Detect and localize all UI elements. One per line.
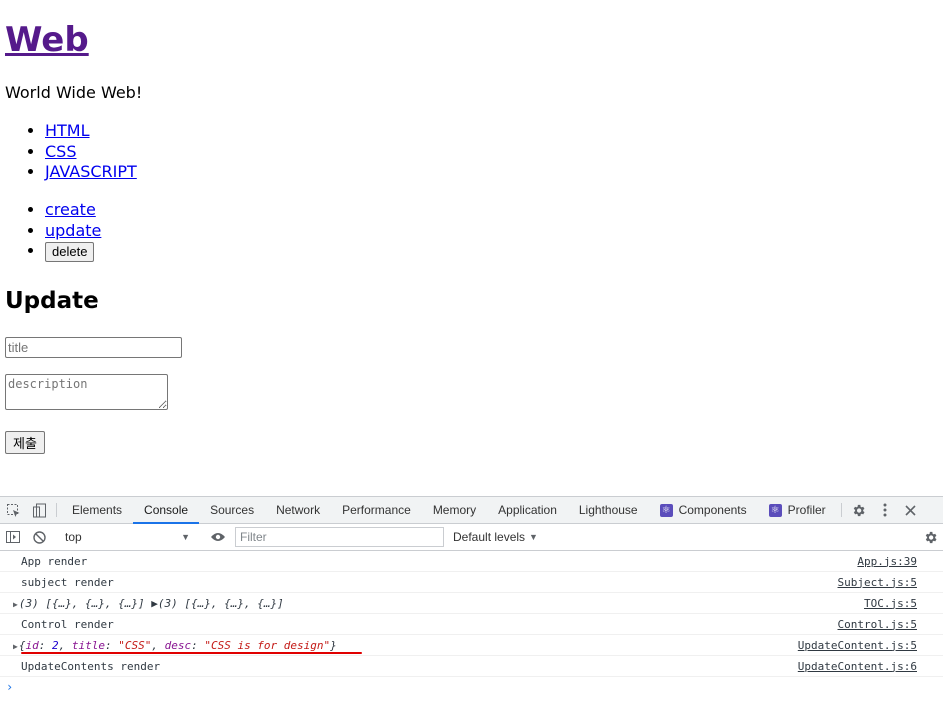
control-list: create update delete	[5, 200, 101, 263]
inspect-element-icon[interactable]	[0, 497, 26, 523]
form-title: Update	[5, 288, 99, 314]
expand-triangle-icon[interactable]: ▶	[13, 600, 18, 609]
more-options-icon[interactable]	[872, 497, 898, 523]
page-heading: Web	[5, 18, 89, 62]
source-link[interactable]: Control.js:5	[838, 618, 917, 631]
log-levels-dropdown[interactable]: Default levels ▼	[453, 530, 538, 544]
sidebar-toggle-icon[interactable]	[0, 531, 26, 543]
tab-lighthouse[interactable]: Lighthouse	[568, 497, 649, 523]
obj-value: 2	[51, 638, 59, 652]
toc-item: CSS	[45, 142, 137, 163]
source-link[interactable]: Subject.js:5	[838, 576, 917, 589]
obj-key: title	[71, 638, 105, 652]
console-row: ▶(3) [{…}, {…}, {…}] ▶(3) [{…}, {…}, {…}…	[0, 593, 943, 614]
devtools-panel: Elements Console Sources Network Perform…	[0, 496, 943, 702]
tab-network[interactable]: Network	[265, 497, 331, 523]
toc-item: JAVASCRIPT	[45, 162, 137, 183]
dropdown-arrow-icon: ▼	[529, 532, 538, 542]
control-item: update	[45, 221, 101, 242]
source-link[interactable]: TOC.js:5	[864, 597, 917, 610]
close-icon[interactable]	[898, 497, 924, 523]
filter-input[interactable]	[235, 527, 444, 547]
red-highlight-underline	[21, 652, 362, 654]
create-link[interactable]: create	[45, 200, 96, 219]
object-log-expandable[interactable]: ▶{id: 2, title: "CSS", desc: "CSS is for…	[13, 638, 798, 652]
delete-button[interactable]: delete	[45, 242, 95, 263]
tab-console[interactable]: Console	[133, 497, 200, 524]
control-item: delete	[45, 241, 101, 263]
tab-elements[interactable]: Elements	[61, 497, 133, 523]
tagline: World Wide Web!	[5, 83, 143, 102]
tab-profiler-label: Profiler	[787, 503, 826, 517]
tab-memory[interactable]: Memory	[422, 497, 487, 523]
console-message: App render	[21, 554, 88, 568]
console-row: Control render Control.js:5	[0, 614, 943, 635]
submit-button[interactable]: 제출	[5, 431, 45, 454]
source-link[interactable]: App.js:39	[857, 555, 917, 568]
console-row: subject render Subject.js:5	[0, 572, 943, 593]
tab-application[interactable]: Application	[487, 497, 568, 523]
console-messages: App render App.js:39 subject render Subj…	[0, 551, 943, 697]
update-link[interactable]: update	[45, 221, 101, 240]
console-row: App render App.js:39	[0, 551, 943, 572]
source-link[interactable]: UpdateContent.js:6	[798, 660, 917, 673]
clear-console-icon[interactable]	[26, 530, 52, 544]
devtools-tabbar: Elements Console Sources Network Perform…	[0, 497, 943, 524]
tab-profiler[interactable]: ⚛ Profiler	[758, 497, 837, 523]
prompt-chevron-icon: ›	[6, 680, 14, 694]
react-icon: ⚛	[659, 503, 673, 517]
heading-link[interactable]: Web	[5, 20, 89, 60]
title-input[interactable]	[5, 337, 182, 358]
tab-divider	[840, 503, 842, 517]
description-textarea[interactable]	[5, 374, 168, 410]
device-toolbar-icon[interactable]	[26, 497, 52, 523]
console-message: UpdateContents render	[21, 659, 161, 673]
eye-icon[interactable]	[205, 532, 231, 542]
toc-list: HTML CSS JAVASCRIPT	[5, 121, 137, 183]
expand-triangle-icon[interactable]: ▶	[13, 642, 18, 651]
page-viewport: Web World Wide Web! HTML CSS JAVASCRIPT …	[0, 0, 943, 496]
obj-value: "CSS is for design"	[204, 638, 331, 652]
console-row: ▶{id: 2, title: "CSS", desc: "CSS is for…	[0, 635, 943, 656]
source-link[interactable]: UpdateContent.js:5	[798, 639, 917, 652]
console-settings-gear-icon[interactable]	[917, 530, 943, 545]
console-message: subject render	[21, 575, 114, 589]
context-value: top	[65, 530, 82, 544]
control-item: create	[45, 200, 101, 221]
console-toolbar: top ▼ Default levels ▼	[0, 524, 943, 551]
toc-link-javascript[interactable]: JAVASCRIPT	[45, 162, 137, 181]
obj-key: id	[25, 638, 39, 652]
gear-icon[interactable]	[846, 497, 872, 523]
tab-components[interactable]: ⚛ Components	[649, 497, 758, 523]
tab-components-label: Components	[678, 503, 747, 517]
obj-key: desc	[164, 638, 192, 652]
array-log-expandable[interactable]: ▶(3) [{…}, {…}, {…}] ▶(3) [{…}, {…}, {…}…	[13, 596, 864, 610]
log-levels-label: Default levels	[453, 530, 526, 544]
tab-divider	[56, 503, 57, 517]
dropdown-arrow-icon: ▼	[181, 532, 190, 542]
tab-performance[interactable]: Performance	[331, 497, 422, 523]
console-prompt[interactable]: ›	[0, 677, 943, 697]
toc-link-html[interactable]: HTML	[45, 121, 90, 140]
react-icon: ⚛	[768, 503, 782, 517]
context-select[interactable]: top ▼	[61, 530, 196, 544]
console-message: (3) [{…}, {…}, {…}] ▶(3) [{…}, {…}, {…}]	[18, 596, 284, 610]
console-row: UpdateContents render UpdateContent.js:6	[0, 656, 943, 677]
toc-link-css[interactable]: CSS	[45, 142, 76, 161]
tab-sources[interactable]: Sources	[199, 497, 265, 523]
toc-item: HTML	[45, 121, 137, 142]
console-message: Control render	[21, 617, 114, 631]
obj-value: "CSS"	[118, 638, 152, 652]
